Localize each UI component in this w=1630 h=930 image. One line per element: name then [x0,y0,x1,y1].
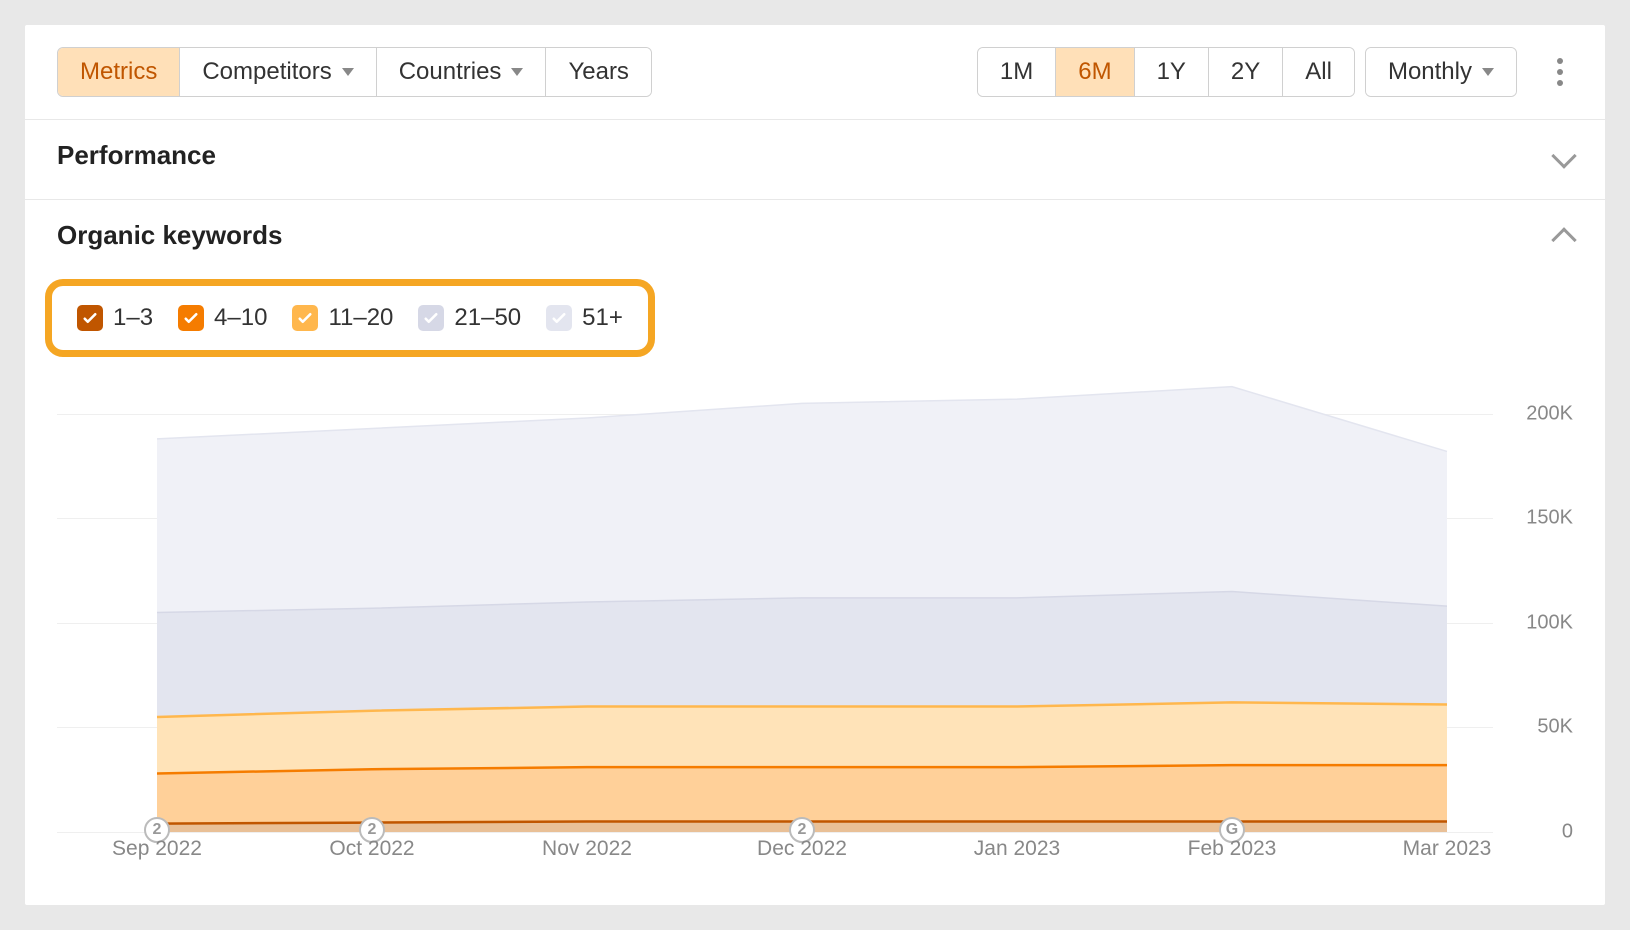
more-menu-icon[interactable] [1547,48,1573,96]
y-tick-label: 50K [1537,716,1573,739]
legend-item-1[interactable]: 4–10 [178,304,267,332]
tab-competitors[interactable]: Competitors [180,48,376,96]
x-tick-label: Dec 2022 [757,837,847,861]
range-1m[interactable]: 1M [978,48,1056,96]
checkbox-icon [418,305,444,331]
y-tick-label: 100K [1526,611,1573,634]
legend-label: 1–3 [113,304,153,332]
range-6m[interactable]: 6M [1056,48,1134,96]
tab-countries[interactable]: Countries [377,48,547,96]
x-tick-label: Sep 2022 [112,837,202,861]
legend-highlight-box: 1–3 4–10 11–20 21–50 51+ [45,279,655,357]
x-tick-label: Nov 2022 [542,837,632,861]
legend-item-3[interactable]: 21–50 [418,304,521,332]
view-button-group: Metrics Competitors Countries Years [57,47,652,97]
checkbox-icon [292,305,318,331]
checkbox-icon [546,305,572,331]
y-tick-label: 150K [1526,507,1573,530]
left-controls: Metrics Competitors Countries Years [57,47,652,97]
organic-keywords-title: Organic keywords [57,220,282,251]
legend-item-4[interactable]: 51+ [546,304,623,332]
y-tick-label: 200K [1526,402,1573,425]
x-tick-label: Mar 2023 [1403,837,1492,861]
performance-title: Performance [57,140,216,171]
legend-item-2[interactable]: 11–20 [292,304,393,332]
range-all[interactable]: All [1283,48,1354,96]
checkbox-icon [77,305,103,331]
chevron-down-icon[interactable] [1551,143,1576,168]
legend-label: 11–20 [328,304,393,332]
legend-item-0[interactable]: 1–3 [77,304,153,332]
performance-section-header[interactable]: Performance [25,120,1605,200]
organic-keywords-section-header[interactable]: Organic keywords [25,200,1605,279]
organic-keywords-chart: 050K100K150K200K222G [57,372,1573,832]
x-axis: Sep 2022 Oct 2022 Nov 2022 Dec 2022 Jan 2023… [57,837,1573,867]
x-tick-label: Feb 2023 [1188,837,1277,861]
chevron-down-icon [511,68,523,76]
chevron-down-icon [1482,68,1494,76]
toolbar: Metrics Competitors Countries Years 1M 6… [25,25,1605,120]
range-button-group: 1M 6M 1Y 2Y All [977,47,1355,97]
checkbox-icon [178,305,204,331]
x-tick-label: Oct 2022 [329,837,414,861]
chevron-down-icon [342,68,354,76]
range-2y[interactable]: 2Y [1209,48,1283,96]
range-1y[interactable]: 1Y [1135,48,1209,96]
analytics-card: Metrics Competitors Countries Years 1M 6… [25,25,1605,905]
tab-metrics[interactable]: Metrics [58,48,180,96]
legend-label: 21–50 [454,304,521,332]
right-controls: 1M 6M 1Y 2Y All Monthly [977,47,1573,97]
legend-label: 51+ [582,304,623,332]
chevron-up-icon[interactable] [1551,227,1576,252]
tab-years[interactable]: Years [546,48,651,96]
granularity-dropdown[interactable]: Monthly [1365,47,1517,97]
chart-container: 050K100K150K200K222G Sep 2022Oct 2022Nov… [25,357,1605,877]
x-tick-label: Jan 2023 [974,837,1060,861]
legend-label: 4–10 [214,304,267,332]
